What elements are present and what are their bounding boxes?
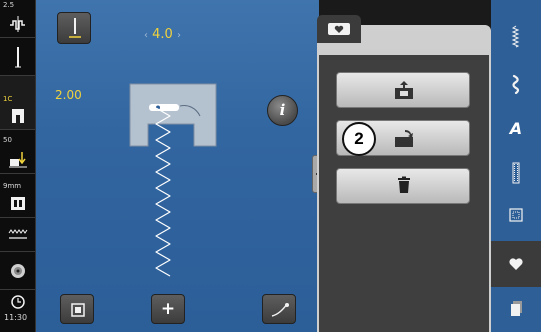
needle-slot — [149, 104, 179, 111]
add-stitch-button[interactable]: + — [151, 294, 185, 324]
stitch-plate-value: 9mm — [3, 182, 22, 190]
sewing-machine-screen: 2.5 1C 50 9mm 11:30 ‹ 4.0 › 2.00 i + 2 A — [0, 0, 541, 332]
needle-position-button[interactable] — [0, 38, 35, 76]
decorative-stitches-icon — [512, 74, 520, 94]
needle-icon — [69, 18, 81, 38]
stitch-width-value: 4.0 — [152, 27, 173, 42]
presser-foot-icon — [12, 109, 24, 123]
delete-trash-icon — [398, 176, 410, 193]
delete-memory-button[interactable] — [336, 168, 470, 204]
stitch-preview — [129, 83, 217, 277]
feed-dog-height-icon — [11, 197, 25, 210]
width-decrease-arrow[interactable]: ‹ — [144, 30, 148, 41]
save-to-folder-icon — [395, 81, 413, 99]
clock-time: 11:30 — [4, 313, 28, 322]
presser-foot-pressure-value: 50 — [3, 136, 12, 144]
thread-cutter-button[interactable] — [262, 294, 296, 324]
save-to-memory-button[interactable] — [336, 72, 470, 108]
stitch-width-control[interactable]: ‹ 4.0 › — [144, 28, 181, 43]
category-buttonholes[interactable] — [491, 150, 541, 194]
memory-panel-tab[interactable] — [317, 15, 361, 43]
thread-tension-button[interactable]: 2.5 — [0, 0, 35, 38]
quilt-stitches-icon — [509, 208, 523, 222]
stitch-plate-button[interactable]: 9mm — [0, 174, 35, 218]
presser-foot-pressure-icon — [9, 152, 27, 168]
clock-button[interactable]: 11:30 — [0, 290, 35, 332]
thread-cutter-icon — [271, 303, 289, 317]
stitch-plate-icon — [8, 229, 28, 239]
stitch-edit-area: ‹ 4.0 › 2.00 i + — [36, 0, 322, 332]
zigzag-stitch-line — [155, 107, 171, 277]
thread-tension-value: 2.5 — [3, 1, 15, 9]
presser-foot-pressure-button[interactable]: 50 — [0, 130, 35, 174]
pattern-end-button[interactable] — [60, 294, 94, 324]
stitch-length-value: 2.00 — [55, 88, 82, 102]
category-clipboard[interactable] — [491, 288, 541, 332]
width-increase-arrow[interactable]: › — [177, 30, 181, 41]
category-personal-memory[interactable] — [491, 241, 541, 287]
callout-number-marker: 2 — [342, 122, 376, 156]
presser-foot-button[interactable]: 1C — [0, 76, 35, 130]
category-decorative-stitches[interactable] — [491, 62, 541, 106]
presser-foot-value: 1C — [3, 95, 13, 103]
thread-tension-icon — [10, 16, 25, 32]
heart-icon — [328, 23, 350, 35]
info-button[interactable]: i — [267, 95, 298, 126]
personal-memory-icon — [509, 258, 523, 270]
settings-sidebar: 2.5 1C 50 9mm 11:30 — [0, 0, 36, 332]
presser-foot-illustration — [129, 83, 217, 147]
add-plus-icon: + — [160, 299, 176, 319]
needle-position-icon — [15, 47, 21, 68]
pattern-end-icon — [71, 303, 85, 317]
bobbin-button[interactable] — [0, 252, 35, 290]
bobbin-icon — [11, 264, 25, 278]
clipboard-icon — [511, 301, 522, 316]
practical-stitches-icon — [511, 25, 520, 48]
needle-selection-button[interactable] — [57, 12, 91, 44]
stitch-plate-selection-button[interactable] — [0, 218, 35, 252]
stitch-length-control[interactable]: 2.00 — [55, 88, 82, 102]
category-quilt-stitches[interactable] — [491, 195, 541, 239]
alphabets-icon: A — [509, 119, 523, 138]
overwrite-folder-icon — [395, 130, 413, 147]
category-alphabets[interactable]: A — [491, 107, 541, 151]
buttonholes-icon — [512, 162, 520, 184]
clock-icon — [11, 295, 25, 309]
category-practical-stitches[interactable] — [491, 15, 541, 59]
